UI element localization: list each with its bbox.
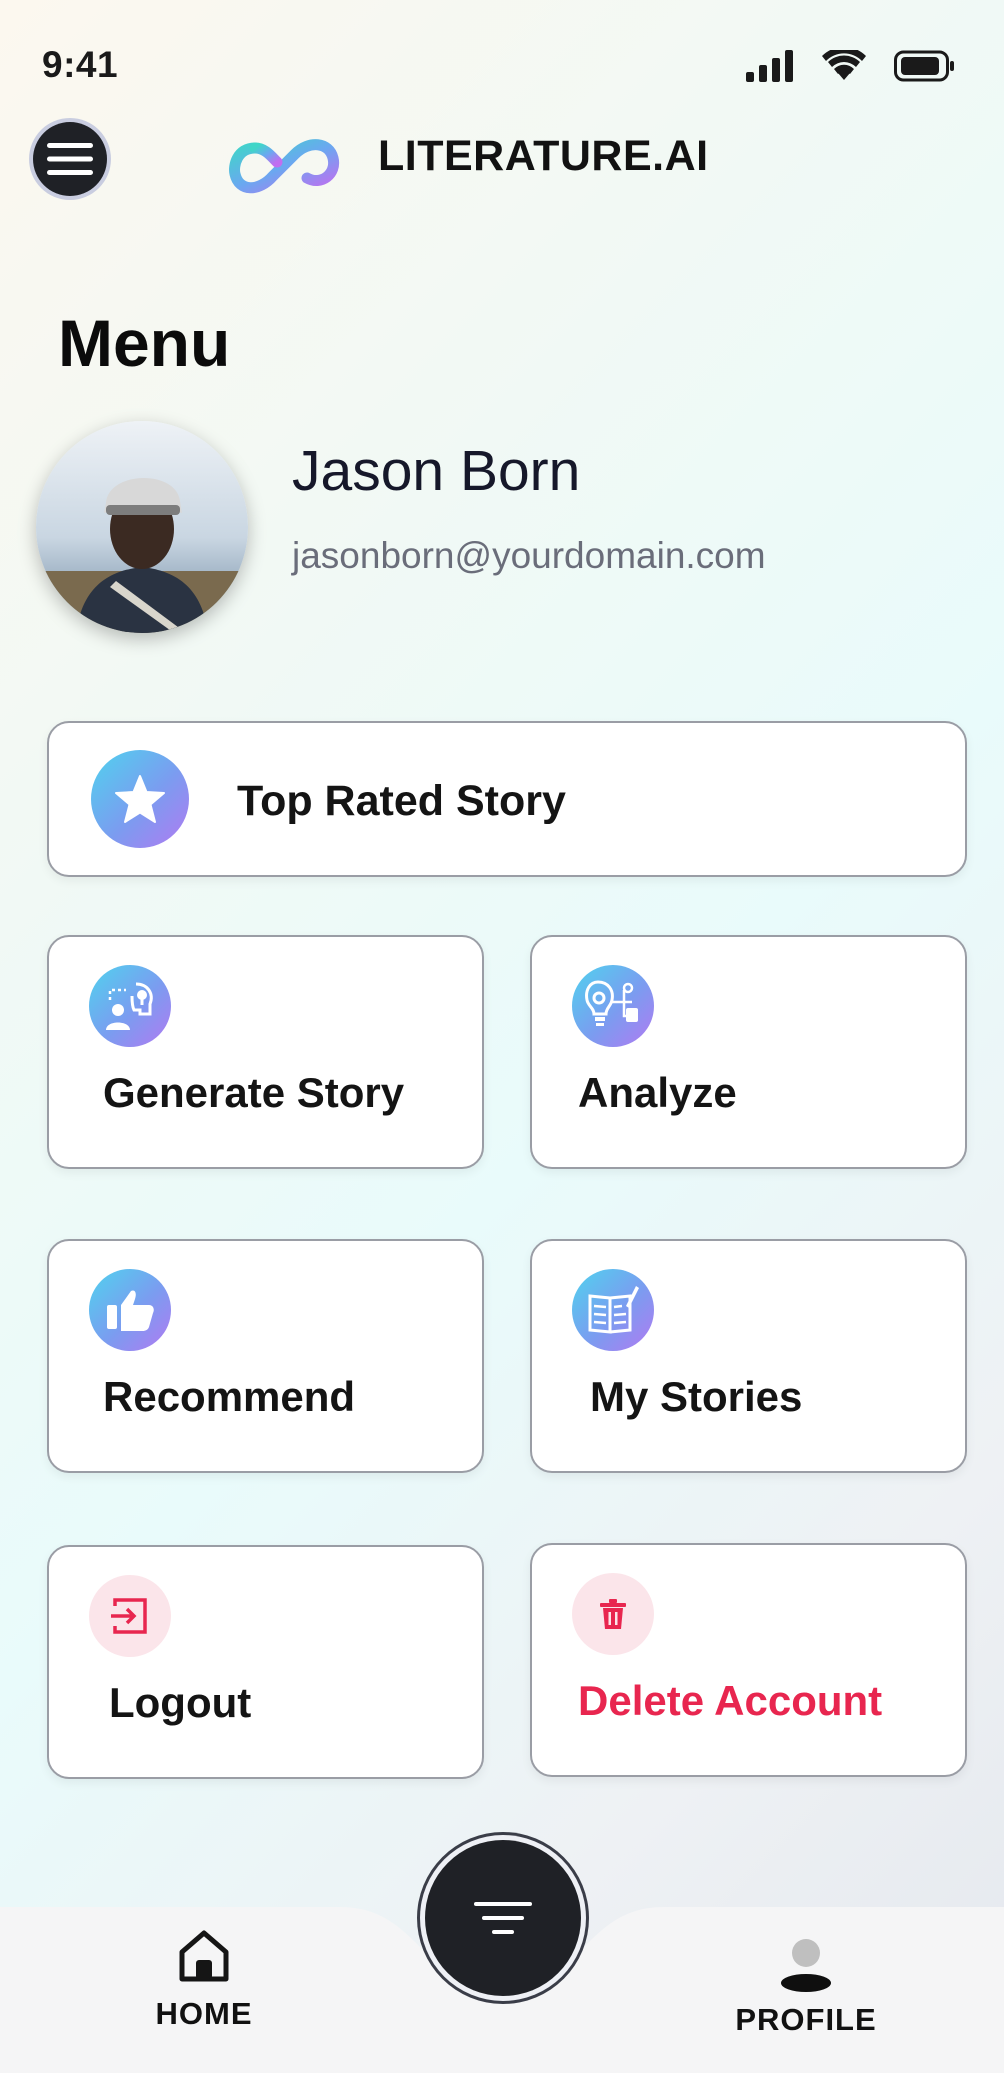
recommend-button[interactable]: Recommend <box>47 1239 484 1473</box>
status-time: 9:41 <box>42 44 119 85</box>
logout-label: Logout <box>109 1679 252 1726</box>
thumbs-up-icon <box>89 1269 171 1351</box>
recommend-label: Recommend <box>103 1373 356 1420</box>
top-rated-story-label: Top Rated Story <box>237 777 566 825</box>
home-icon <box>179 1930 229 1982</box>
nav-home-label: HOME <box>155 1996 253 2031</box>
menu-toggle-button[interactable] <box>33 122 107 196</box>
analyze-label: Analyze <box>578 1069 737 1116</box>
nav-home[interactable]: HOME <box>146 1930 262 2032</box>
app-brand-name: LITERATURE.AI <box>378 132 709 180</box>
cellular-signal-icon <box>746 50 793 82</box>
analysis-gear-icon <box>572 965 654 1047</box>
top-rated-story-button[interactable]: Top Rated Story <box>47 721 967 877</box>
page-title: Menu <box>58 306 231 380</box>
book-pen-icon <box>572 1269 654 1351</box>
center-filter-button[interactable] <box>425 1840 581 1996</box>
generate-story-label: Generate Story <box>103 1069 405 1116</box>
analyze-button[interactable]: Analyze <box>530 935 967 1169</box>
infinity-logo-icon <box>229 139 340 194</box>
delete-account-button[interactable]: Delete Account <box>530 1543 967 1777</box>
my-stories-label: My Stories <box>590 1373 803 1420</box>
user-email: jasonborn@yourdomain.com <box>292 535 766 576</box>
hamburger-icon <box>47 143 93 175</box>
filter-lines-icon <box>474 1902 532 1934</box>
idea-person-icon <box>89 965 171 1047</box>
star-icon <box>91 750 189 848</box>
wifi-icon <box>822 50 866 80</box>
status-icons <box>746 50 956 82</box>
avatar[interactable] <box>36 421 248 633</box>
profile-icon <box>781 1939 831 1992</box>
logout-icon <box>89 1575 171 1657</box>
trash-icon <box>572 1573 654 1655</box>
nav-profile[interactable]: PROFILE <box>735 1938 877 2038</box>
battery-icon <box>894 50 954 82</box>
logout-button[interactable]: Logout <box>47 1545 484 1779</box>
nav-profile-label: PROFILE <box>735 2002 877 2037</box>
user-name: Jason Born <box>292 439 581 503</box>
generate-story-button[interactable]: Generate Story <box>47 935 484 1169</box>
delete-account-label: Delete Account <box>578 1677 883 1724</box>
my-stories-button[interactable]: My Stories <box>530 1239 967 1473</box>
